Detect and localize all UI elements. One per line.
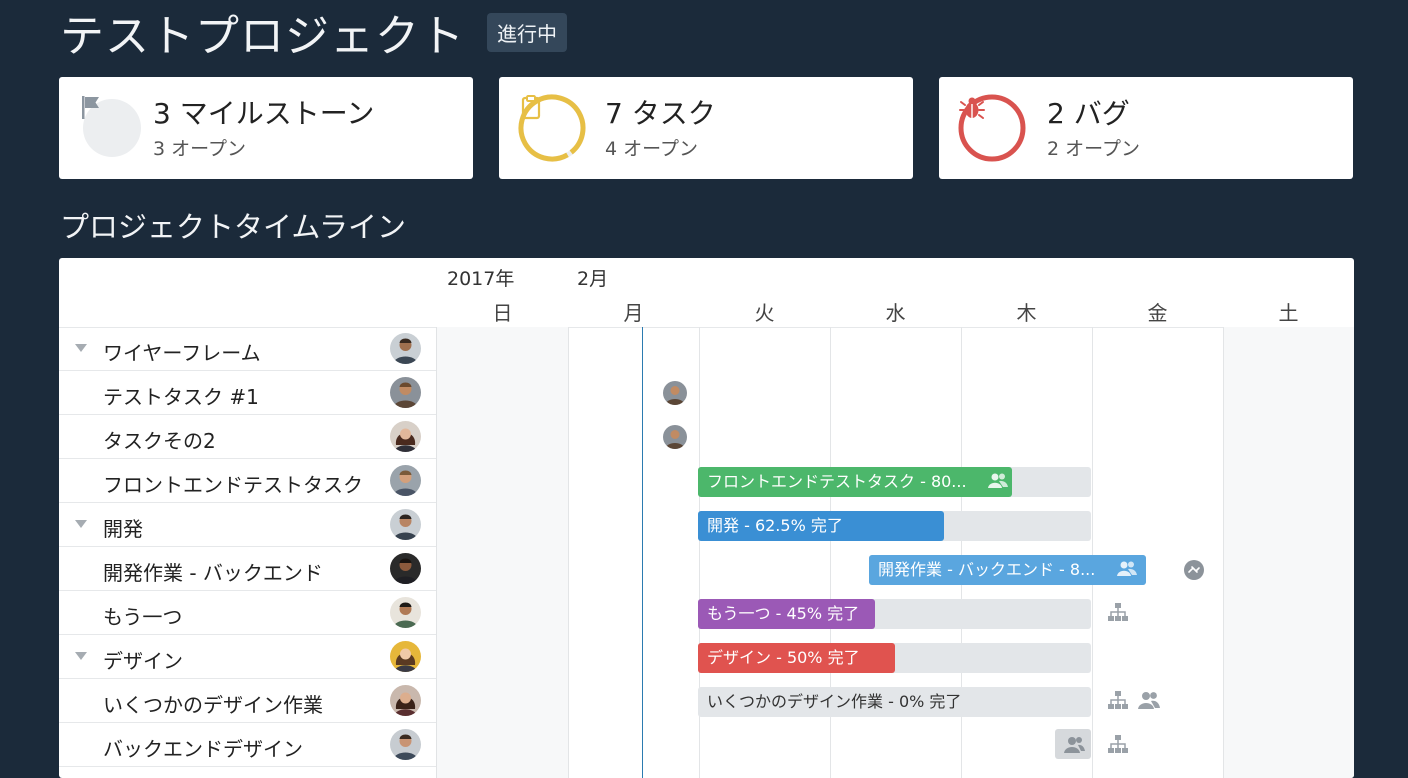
users-icon [1116, 559, 1138, 583]
task-row[interactable]: ワイヤーフレーム [59, 327, 436, 371]
gantt-bar-label: フロントエンドテストタスク - 80... [707, 472, 967, 491]
task-row[interactable]: 開発 [59, 503, 436, 547]
day-label-thu: 木 [1016, 301, 1037, 325]
gantt-bar-label: デザイン - 50% 完了 [707, 648, 860, 667]
gantt-bar-label: 開発 - 62.5% 完了 [707, 516, 843, 535]
avatar [390, 685, 421, 716]
day-label-wed: 水 [885, 301, 906, 325]
task-row[interactable]: もう一つ [59, 591, 436, 635]
task-name: いくつかのデザイン作業 [103, 693, 323, 717]
hierarchy-icon[interactable] [1107, 601, 1129, 627]
task-row[interactable]: テストタスク #1 [59, 371, 436, 415]
gantt-grid: フロントエンドテストタスク - 80... 開発 - 62.5% 完了 開発作業… [437, 327, 1354, 778]
task-name: テストタスク #1 [103, 385, 259, 409]
avatar [390, 729, 421, 760]
timeline-panel: 2017年 2月 日 月 火 水 木 金 土 ワイヤーフレーム テストタスク #… [59, 258, 1354, 778]
gantt-bar[interactable]: 開発 - 62.5% 完了 [698, 511, 944, 541]
task-row[interactable]: タスクその2 [59, 415, 436, 459]
gantt-bar[interactable]: 開発作業 - バックエンド - 8... [869, 555, 1146, 585]
avatar [390, 553, 421, 584]
month-label: 2月 [577, 268, 609, 290]
task-name: ワイヤーフレーム [103, 341, 261, 365]
milestone-avatar[interactable] [663, 381, 687, 405]
users-icon [987, 471, 1009, 495]
users-icon[interactable] [1137, 689, 1161, 715]
task-row[interactable]: バックエンドデザイン [59, 723, 436, 767]
task-name: バックエンドデザイン [103, 737, 303, 761]
avatar [390, 333, 421, 364]
bugs-count: 2 バグ [1047, 97, 1130, 130]
gantt-bar[interactable]: もう一つ - 45% 完了 [698, 599, 875, 629]
avatar [390, 597, 421, 628]
assign-user-icon[interactable] [1055, 729, 1091, 759]
task-name: もう一つ [103, 605, 183, 629]
year-label: 2017年 [447, 268, 515, 290]
gantt-bar[interactable]: デザイン - 50% 完了 [698, 643, 895, 673]
hierarchy-icon[interactable] [1107, 689, 1129, 715]
gantt-bar[interactable]: フロントエンドテストタスク - 80... [698, 467, 1012, 497]
task-list: ワイヤーフレーム テストタスク #1 タスクその2 フロントエンドテストタスク … [59, 327, 437, 778]
milestones-count: 3 マイルストーン [153, 97, 375, 130]
task-list-header [59, 258, 436, 328]
collapse-toggle-icon[interactable] [75, 344, 87, 352]
tasks-card[interactable]: 7 タスク 4 オープン [499, 77, 913, 179]
task-name: デザイン [103, 649, 183, 673]
avatar [390, 421, 421, 452]
day-label-mon: 月 [623, 301, 644, 325]
milestones-open: 3 オープン [153, 138, 246, 160]
task-name: 開発 [103, 517, 143, 541]
avatar [390, 377, 421, 408]
gantt-bar-label: もう一つ - 45% 完了 [707, 604, 860, 623]
day-label-fri: 金 [1147, 301, 1168, 325]
today-marker [642, 327, 643, 778]
task-name: フロントエンドテストタスク [103, 473, 363, 497]
tasks-count: 7 タスク [605, 97, 716, 130]
task-row[interactable]: デザイン [59, 635, 436, 679]
avatar [390, 641, 421, 672]
task-row[interactable]: 開発作業 - バックエンド [59, 547, 436, 591]
avatar [390, 465, 421, 496]
clipboard-icon [517, 93, 587, 163]
tasks-open: 4 オープン [605, 138, 698, 160]
task-name: タスクその2 [103, 429, 216, 453]
day-label-sat: 土 [1278, 301, 1299, 325]
page-title: テストプロジェクト [60, 11, 465, 62]
hierarchy-icon[interactable] [1107, 733, 1129, 759]
milestones-card[interactable]: 3 マイルストーン 3 オープン [59, 77, 473, 179]
bugs-progress-ring [957, 93, 1027, 163]
day-label-sun: 日 [492, 301, 513, 325]
avatar [390, 509, 421, 540]
day-label-tue: 火 [754, 301, 775, 325]
flag-icon [77, 93, 147, 163]
tasks-progress-ring [517, 93, 587, 163]
task-name: 開発作業 - バックエンド [103, 561, 323, 585]
calendar-header: 2017年 2月 日 月 火 水 木 金 土 [437, 258, 1354, 328]
gantt-bar-label: 開発作業 - バックエンド - 8... [878, 560, 1096, 579]
day-column-sat [1223, 327, 1354, 778]
milestone-avatar[interactable] [663, 425, 687, 449]
bug-icon [957, 93, 1027, 163]
status-badge: 進行中 [487, 12, 567, 52]
title-row: テストプロジェクト 進行中 [60, 4, 567, 62]
task-row[interactable]: いくつかのデザイン作業 [59, 679, 436, 723]
day-column-sun [437, 327, 568, 778]
bugs-open: 2 オープン [1047, 138, 1140, 160]
task-row[interactable]: フロントエンドテストタスク [59, 459, 436, 503]
collapse-toggle-icon[interactable] [75, 652, 87, 660]
bugs-card[interactable]: 2 バグ 2 オープン [939, 77, 1353, 179]
link-broken-icon[interactable] [1183, 559, 1205, 585]
milestones-progress-ring [77, 93, 147, 163]
collapse-toggle-icon[interactable] [75, 520, 87, 528]
timeline-title: プロジェクトタイムライン [60, 210, 406, 244]
gantt-bar-label: いくつかのデザイン作業 - 0% 完了 [707, 692, 962, 711]
